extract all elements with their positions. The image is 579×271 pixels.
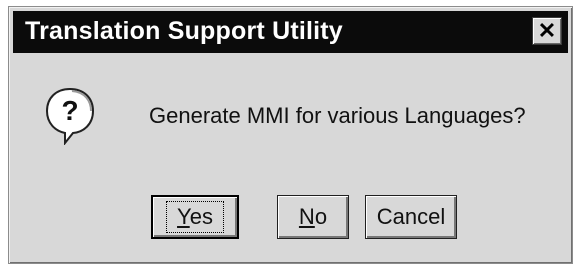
focus-indicator: Yes <box>166 201 224 233</box>
title-bar[interactable]: Translation Support Utility ✕ <box>13 11 568 53</box>
yes-label-rest: es <box>189 204 213 229</box>
no-label-rest: o <box>314 204 328 229</box>
close-button[interactable]: ✕ <box>532 17 562 45</box>
yes-mnemonic: Y <box>177 204 190 229</box>
no-mnemonic: N <box>298 204 315 229</box>
close-icon: ✕ <box>537 18 557 43</box>
svg-text:?: ? <box>61 95 78 126</box>
no-button[interactable]: No <box>277 195 349 239</box>
yes-button[interactable]: Yes <box>151 195 239 239</box>
dialog-message: Generate MMI for various Languages? <box>149 103 526 128</box>
cancel-button[interactable]: Cancel <box>365 195 457 239</box>
message-box-dialog: Translation Support Utility ✕ ? Generate… <box>8 6 573 264</box>
question-icon: ? <box>45 87 95 145</box>
window-title: Translation Support Utility <box>25 17 343 45</box>
cancel-label: Cancel <box>376 204 446 229</box>
